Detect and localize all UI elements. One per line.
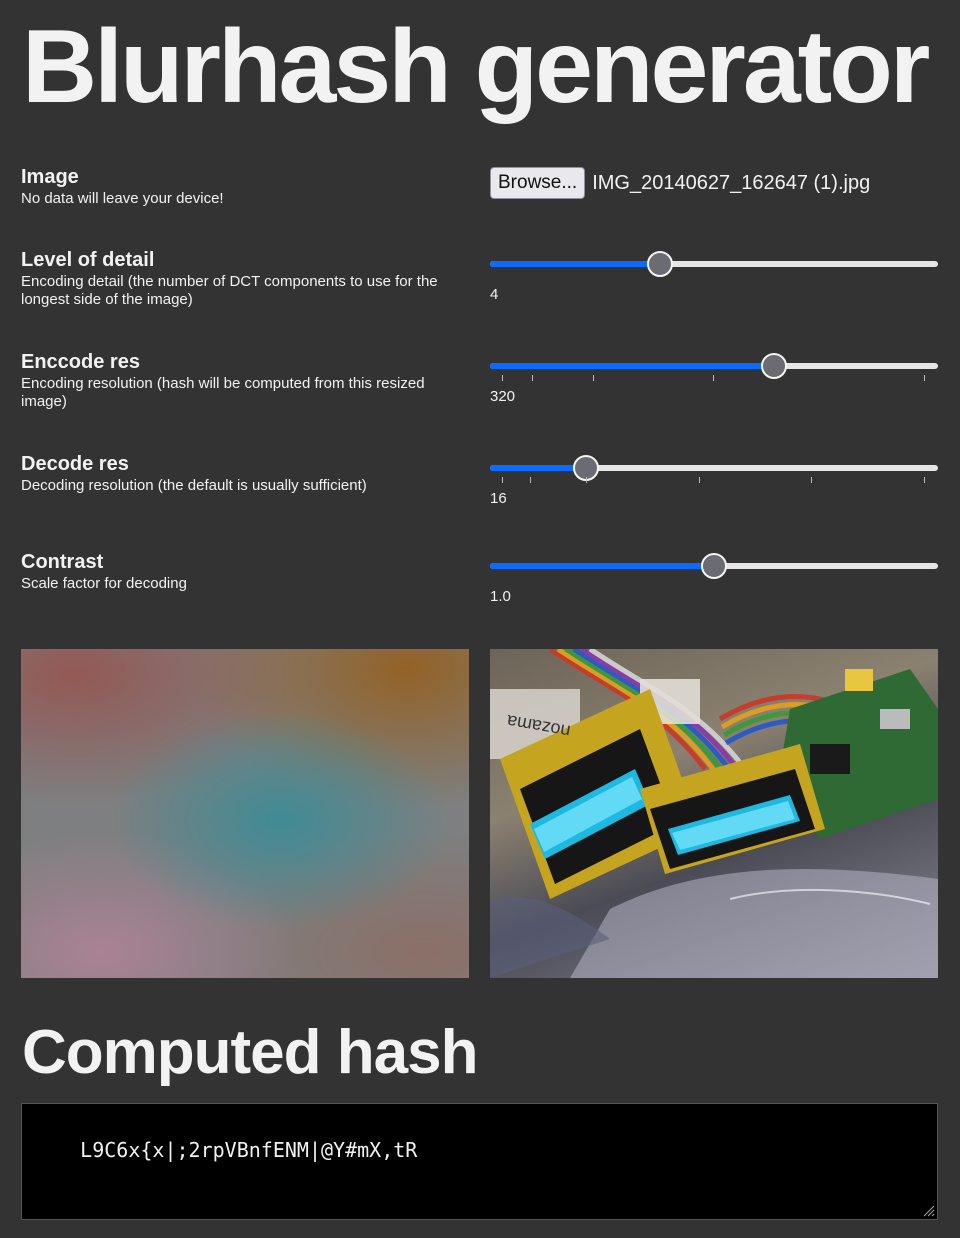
original-photo-image: nozama (490, 649, 938, 978)
photo-illustration: nozama (490, 649, 938, 978)
slider-tick (502, 477, 503, 483)
slider-tick (586, 477, 587, 483)
slider-thumb[interactable] (761, 353, 787, 379)
slider-fill (490, 465, 586, 471)
encode-res-slider[interactable] (490, 351, 938, 381)
encode-res-label: Enccode res (21, 351, 140, 373)
encode-res-label-group: Enccode res Encoding resolution (hash wi… (21, 351, 471, 411)
page-title: Blurhash generator (22, 9, 930, 125)
hash-value: L9C6x{x|;2rpVBnfENM|@Y#mX,tR (80, 1138, 418, 1162)
file-input[interactable]: Browse... IMG_20140627_162647 (1).jpg (490, 167, 938, 199)
contrast-label-group: Contrast Scale factor for decoding (21, 551, 471, 593)
contrast-description: Scale factor for decoding (21, 575, 187, 592)
contrast-label: Contrast (21, 551, 104, 573)
slider-tick (924, 477, 925, 483)
slider-tick (502, 375, 503, 381)
image-label-group: Image No data will leave your device! (21, 166, 471, 208)
level-of-detail-label-group: Level of detail Encoding detail (the num… (21, 249, 471, 309)
slider-tick (924, 375, 925, 381)
decode-res-label-group: Decode res Decoding resolution (the defa… (21, 453, 471, 495)
slider-fill (490, 261, 660, 267)
contrast-slider[interactable] (490, 551, 938, 581)
encode-res-description: Encoding resolution (hash will be comput… (21, 375, 425, 410)
resize-handle-icon[interactable] (921, 1203, 935, 1217)
slider-tick (713, 375, 714, 381)
hash-output-textarea[interactable]: L9C6x{x|;2rpVBnfENM|@Y#mX,tR (21, 1103, 938, 1220)
slider-tick (811, 477, 812, 483)
contrast-value: 1.0 (490, 588, 511, 605)
blurhash-preview-image (21, 649, 469, 978)
encode-res-value: 320 (490, 388, 516, 405)
level-of-detail-label: Level of detail (21, 249, 155, 271)
slider-tick (699, 477, 700, 483)
level-of-detail-value: 4 (490, 286, 499, 303)
slider-tick (530, 477, 531, 483)
slider-tick (532, 375, 533, 381)
decode-res-description: Decoding resolution (the default is usua… (21, 477, 367, 494)
slider-thumb[interactable] (701, 553, 727, 579)
computed-hash-title: Computed hash (22, 1018, 478, 1087)
level-of-detail-description: Encoding detail (the number of DCT compo… (21, 273, 438, 308)
blurhash-page: Blurhash generator Image No data will le… (0, 0, 960, 1238)
decode-res-label: Decode res (21, 453, 129, 475)
slider-fill (490, 363, 774, 369)
slider-fill (490, 563, 714, 569)
browse-button[interactable]: Browse... (490, 167, 586, 199)
slider-tick (593, 375, 594, 381)
level-of-detail-slider[interactable] (490, 249, 938, 279)
image-label: Image (21, 166, 79, 188)
file-name: IMG_20140627_162647 (1).jpg (592, 172, 871, 194)
decode-res-value: 16 (490, 490, 507, 507)
image-description: No data will leave your device! (21, 190, 224, 207)
slider-thumb[interactable] (647, 251, 673, 277)
decode-res-slider[interactable] (490, 453, 938, 483)
